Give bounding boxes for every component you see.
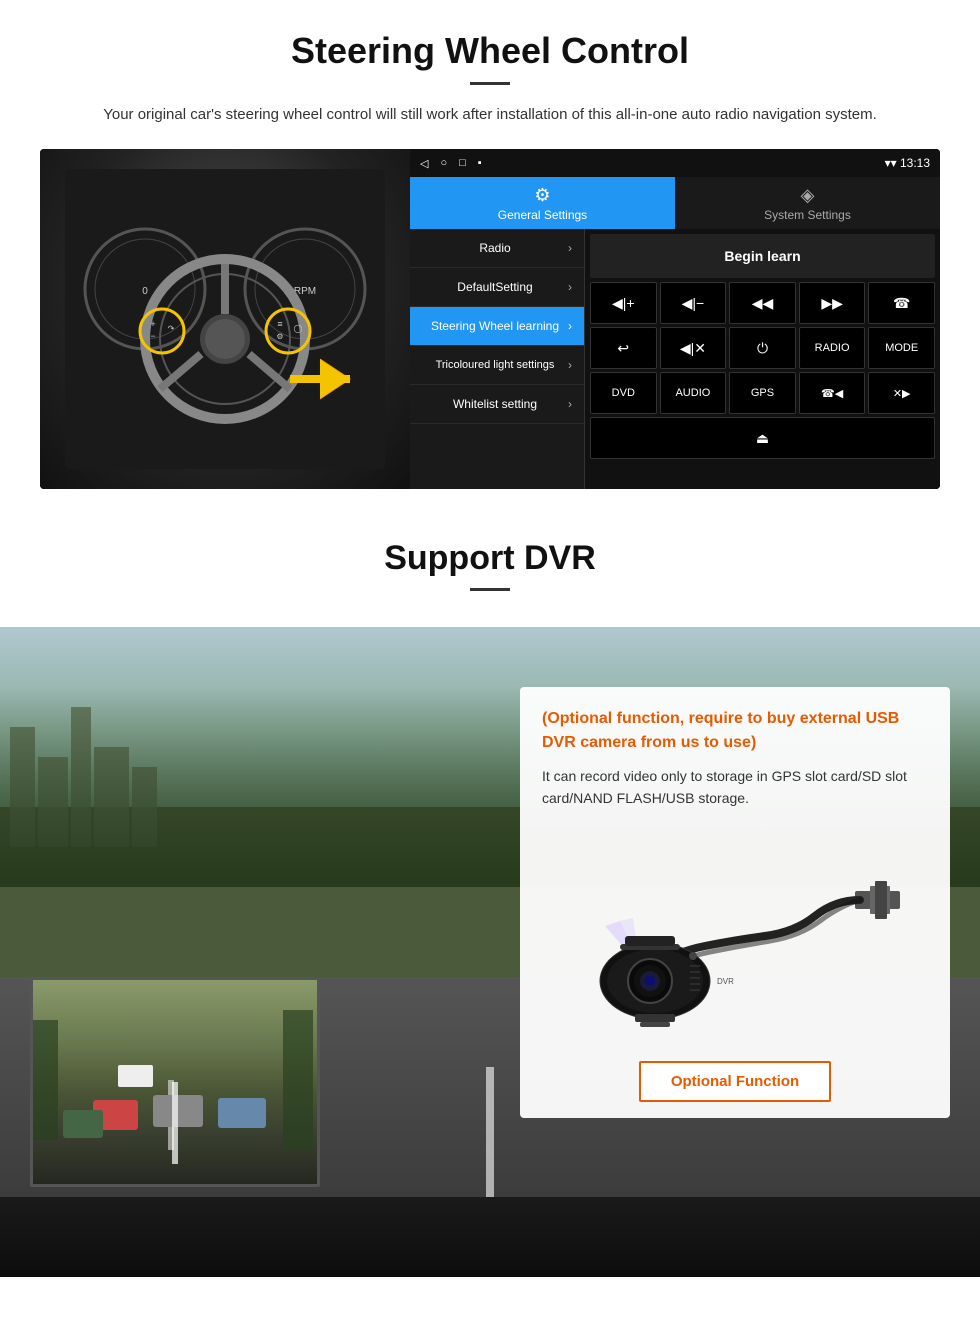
btn-phone[interactable]: ☎ <box>868 282 935 324</box>
menu-item-whitelist[interactable]: Whitelist setting › <box>410 385 584 424</box>
svg-text:DVR: DVR <box>717 977 734 986</box>
svg-text:↷: ↷ <box>168 324 175 333</box>
system-icon: ◈ <box>801 185 815 206</box>
steering-control-panel: Begin learn ◀|+ ◀|− ◀◀ ▶▶ ☎ ↩ ◀|✕ ⏻ RADI… <box>585 229 940 489</box>
control-buttons-row1: ◀|+ ◀|− ◀◀ ▶▶ ☎ <box>590 282 935 324</box>
btn-phone-next[interactable]: ✕▶ <box>868 372 935 414</box>
svg-text:0: 0 <box>142 286 148 297</box>
dvr-inset-road <box>33 980 317 1184</box>
dvr-header: Support DVR <box>0 509 980 627</box>
arrow-icon: › <box>568 397 572 411</box>
android-demo: 0 RPM <box>40 149 940 489</box>
btn-next[interactable]: ▶▶ <box>799 282 866 324</box>
control-buttons-row4: ⏏ <box>590 417 935 459</box>
btn-prev[interactable]: ◀◀ <box>729 282 796 324</box>
btn-mode[interactable]: MODE <box>868 327 935 369</box>
settings-tabs: ⚙ General Settings ◈ System Settings <box>410 177 940 229</box>
gear-icon: ⚙ <box>534 185 550 206</box>
dvr-inset-view <box>30 977 320 1187</box>
begin-learn-button[interactable]: Begin learn <box>724 248 800 264</box>
control-buttons-row3: DVD AUDIO GPS ☎◀ ✕▶ <box>590 372 935 414</box>
arrow-icon: › <box>568 319 572 333</box>
btn-vol-up[interactable]: ◀|+ <box>590 282 657 324</box>
menu-item-radio[interactable]: Radio › <box>410 229 584 268</box>
btn-vol-down[interactable]: ◀|− <box>660 282 727 324</box>
home-icon[interactable]: ○ <box>440 157 447 169</box>
menu-item-steering[interactable]: Steering Wheel learning › <box>410 307 584 346</box>
dvr-title: Support DVR <box>40 539 940 578</box>
divider <box>470 82 510 85</box>
settings-menu: Radio › DefaultSetting › Steering Wheel … <box>410 229 585 489</box>
tab-general[interactable]: ⚙ General Settings <box>410 177 675 229</box>
btn-mute[interactable]: ◀|✕ <box>660 327 727 369</box>
btn-dvd[interactable]: DVD <box>590 372 657 414</box>
svg-text:≡: ≡ <box>277 319 282 329</box>
back-icon[interactable]: ◁ <box>420 157 428 170</box>
dvr-divider <box>470 588 510 591</box>
statusbar: ◁ ○ □ ▪ ▾▾ 13:13 <box>410 149 940 177</box>
svg-text:◯: ◯ <box>294 324 303 333</box>
arrow-icon: › <box>568 241 572 255</box>
svg-text:−: − <box>150 331 155 341</box>
dvr-camera-illustration: DVR <box>542 826 928 1046</box>
menu-item-tricoloured[interactable]: Tricoloured light settings › <box>410 346 584 385</box>
begin-learn-row: Begin learn <box>590 234 935 278</box>
steering-description: Your original car's steering wheel contr… <box>80 103 900 127</box>
dvr-background: (Optional function, require to buy exter… <box>0 627 980 1277</box>
control-buttons-row2: ↩ ◀|✕ ⏻ RADIO MODE <box>590 327 935 369</box>
arrow-icon: › <box>568 280 572 294</box>
btn-power[interactable]: ⏻ <box>729 327 796 369</box>
tab-general-label: General Settings <box>498 208 587 222</box>
dvr-info-box: (Optional function, require to buy exter… <box>520 687 950 1118</box>
btn-radio[interactable]: RADIO <box>799 327 866 369</box>
steering-title: Steering Wheel Control <box>40 30 940 72</box>
btn-back[interactable]: ↩ <box>590 327 657 369</box>
svg-text:⚙: ⚙ <box>276 332 283 341</box>
btn-phone-prev[interactable]: ☎◀ <box>799 372 866 414</box>
steering-section: Steering Wheel Control Your original car… <box>0 0 980 509</box>
arrow-icon: › <box>568 358 572 372</box>
recents-icon[interactable]: □ <box>459 157 466 169</box>
btn-eject[interactable]: ⏏ <box>590 417 935 459</box>
signal-icon: ▾▾ <box>885 156 897 170</box>
dvr-info-title: (Optional function, require to buy exter… <box>542 707 928 755</box>
status-time: ▾▾ 13:13 <box>885 156 930 170</box>
svg-text:+: + <box>150 319 155 329</box>
menu-icon[interactable]: ▪ <box>478 157 482 169</box>
android-ui: ◁ ○ □ ▪ ▾▾ 13:13 ⚙ General Settings ◈ <box>410 149 940 489</box>
time-display: 13:13 <box>900 156 930 170</box>
dvr-camera-svg: DVR <box>545 836 925 1036</box>
menu-item-default[interactable]: DefaultSetting › <box>410 268 584 307</box>
tab-system-label: System Settings <box>764 208 851 222</box>
tab-system[interactable]: ◈ System Settings <box>675 177 940 229</box>
dvr-dashboard <box>0 1197 980 1277</box>
optional-function-button[interactable]: Optional Function <box>639 1061 831 1102</box>
btn-audio[interactable]: AUDIO <box>660 372 727 414</box>
dvr-info-text: It can record video only to storage in G… <box>542 765 928 810</box>
dvr-section: Support DVR <box>0 509 980 1277</box>
steering-wheel-image: 0 RPM <box>40 149 410 489</box>
settings-content: Radio › DefaultSetting › Steering Wheel … <box>410 229 940 489</box>
btn-gps[interactable]: GPS <box>729 372 796 414</box>
